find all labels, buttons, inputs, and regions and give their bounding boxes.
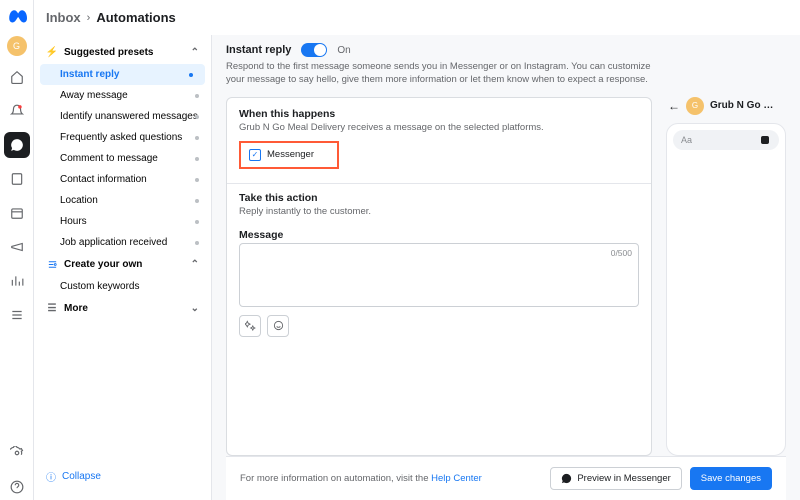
sidebar-item-faq[interactable]: Frequently asked questions bbox=[34, 127, 211, 148]
sidebar-section-label: Suggested presets bbox=[64, 47, 153, 58]
char-counter: 0/500 bbox=[611, 248, 632, 258]
sidebar-section-suggested[interactable]: ⚡ Suggested presets ⌃ bbox=[34, 41, 211, 64]
breadcrumb-current: Automations bbox=[96, 10, 175, 25]
bolt-icon: ⚡ bbox=[46, 47, 58, 58]
enable-toggle[interactable] bbox=[301, 43, 327, 57]
sticker-icon bbox=[759, 134, 771, 146]
chevron-up-icon: ⌃ bbox=[191, 259, 199, 270]
help-center-link[interactable]: Help Center bbox=[431, 473, 482, 484]
status-dot bbox=[189, 73, 193, 77]
sliders-icon bbox=[46, 259, 58, 270]
panel-description: Respond to the first message someone sen… bbox=[226, 61, 656, 87]
footer-info-text: For more information on automation, visi… bbox=[240, 473, 431, 484]
sidebar-section-create[interactable]: Create your own ⌃ bbox=[34, 253, 211, 276]
preview-avatar: G bbox=[686, 97, 704, 115]
sidebar-item-instant-reply[interactable]: Instant reply bbox=[40, 64, 205, 85]
action-title: Take this action bbox=[239, 192, 639, 204]
sidebar-item-custom-keywords[interactable]: Custom keywords bbox=[34, 276, 211, 297]
preview-placeholder: Aa bbox=[681, 135, 692, 145]
meta-logo bbox=[7, 8, 27, 28]
left-rail: G bbox=[0, 0, 34, 500]
divider bbox=[227, 183, 651, 184]
sidebar-item-unanswered[interactable]: Identify unanswered messages bbox=[34, 106, 211, 127]
sidebar-item-label: Frequently asked questions bbox=[60, 132, 182, 143]
sidebar-item-comment-to-message[interactable]: Comment to message bbox=[34, 148, 211, 169]
message-textarea[interactable]: 0/500 bbox=[239, 243, 639, 307]
status-dot bbox=[195, 115, 199, 119]
messenger-icon bbox=[561, 473, 572, 484]
preview-in-messenger-button[interactable]: Preview in Messenger bbox=[550, 467, 681, 490]
collapse-button[interactable]: ⓘ Collapse bbox=[34, 459, 211, 494]
panel-title: Instant reply bbox=[226, 44, 291, 56]
toggle-state-label: On bbox=[337, 45, 350, 56]
ads-icon[interactable] bbox=[4, 234, 30, 260]
status-dot bbox=[195, 136, 199, 140]
sidebar-item-job-application[interactable]: Job application received bbox=[34, 232, 211, 253]
chevron-down-icon: ⌄ bbox=[191, 303, 199, 314]
status-dot bbox=[195, 220, 199, 224]
home-icon[interactable] bbox=[4, 64, 30, 90]
status-dot bbox=[195, 178, 199, 182]
messenger-checkbox[interactable]: ✓ bbox=[249, 149, 261, 161]
message-label: Message bbox=[239, 229, 639, 241]
info-icon: ⓘ bbox=[46, 469, 56, 484]
sidebar-item-label: Away message bbox=[60, 90, 128, 101]
posts-icon[interactable] bbox=[4, 166, 30, 192]
help-icon[interactable] bbox=[4, 474, 30, 500]
sidebar-item-label: Job application received bbox=[60, 237, 167, 248]
inbox-icon[interactable] bbox=[4, 132, 30, 158]
sidebar-item-label: Instant reply bbox=[60, 69, 119, 80]
insights-icon[interactable] bbox=[4, 268, 30, 294]
emoji-button[interactable] bbox=[267, 315, 289, 337]
when-subtitle: Grub N Go Meal Delivery receives a messa… bbox=[239, 122, 639, 133]
menu-icon[interactable] bbox=[4, 302, 30, 328]
calendar-icon[interactable] bbox=[4, 200, 30, 226]
preview-input: Aa bbox=[673, 130, 779, 150]
when-title: When this happens bbox=[239, 108, 639, 120]
sidebar-section-label: More bbox=[64, 303, 88, 314]
sidebar-section-label: Create your own bbox=[64, 259, 142, 270]
sidebar-item-label: Identify unanswered messages bbox=[60, 111, 198, 122]
notifications-icon[interactable] bbox=[4, 98, 30, 124]
button-label: Preview in Messenger bbox=[577, 473, 670, 484]
breadcrumb-parent[interactable]: Inbox bbox=[46, 10, 81, 25]
settings-icon[interactable] bbox=[4, 440, 30, 466]
sidebar-item-label: Hours bbox=[60, 216, 87, 227]
chevron-up-icon: ⌃ bbox=[191, 47, 199, 58]
sidebar-item-label: Contact information bbox=[60, 174, 147, 185]
status-dot bbox=[195, 157, 199, 161]
workspace-avatar[interactable]: G bbox=[7, 36, 27, 56]
sidebar-item-label: Comment to message bbox=[60, 153, 158, 164]
breadcrumb: Inbox › Automations bbox=[34, 0, 800, 35]
save-changes-button[interactable]: Save changes bbox=[690, 467, 772, 490]
preview-chat-body: Aa bbox=[666, 123, 786, 456]
status-dot bbox=[195, 199, 199, 203]
platform-messenger-highlight: ✓ Messenger bbox=[239, 141, 339, 169]
preview-business-name: Grub N Go M… bbox=[710, 100, 780, 111]
sidebar-item-contact-info[interactable]: Contact information bbox=[34, 169, 211, 190]
sidebar-item-location[interactable]: Location bbox=[34, 190, 211, 211]
chevron-right-icon: › bbox=[87, 12, 91, 24]
collapse-label: Collapse bbox=[62, 471, 101, 482]
sidebar-item-away-message[interactable]: Away message bbox=[34, 85, 211, 106]
sidebar: ⚡ Suggested presets ⌃ Instant reply Away… bbox=[34, 35, 212, 500]
platform-label: Messenger bbox=[267, 149, 314, 160]
footer-info: For more information on automation, visi… bbox=[240, 473, 482, 484]
sidebar-item-hours[interactable]: Hours bbox=[34, 211, 211, 232]
status-dot bbox=[195, 241, 199, 245]
footer-bar: For more information on automation, visi… bbox=[226, 456, 786, 500]
content-panel: Instant reply On Respond to the first me… bbox=[212, 35, 800, 500]
personalize-button[interactable] bbox=[239, 315, 261, 337]
back-arrow-icon[interactable]: ← bbox=[668, 99, 680, 113]
sidebar-item-label: Custom keywords bbox=[60, 281, 139, 292]
sidebar-section-more[interactable]: ☰ More ⌄ bbox=[34, 297, 211, 320]
sidebar-item-label: Location bbox=[60, 195, 98, 206]
config-card: When this happens Grub N Go Meal Deliver… bbox=[226, 97, 652, 456]
status-dot bbox=[195, 94, 199, 98]
list-icon: ☰ bbox=[46, 303, 58, 314]
action-subtitle: Reply instantly to the customer. bbox=[239, 206, 639, 217]
preview-pane: ← G Grub N Go M… Aa bbox=[666, 97, 786, 456]
